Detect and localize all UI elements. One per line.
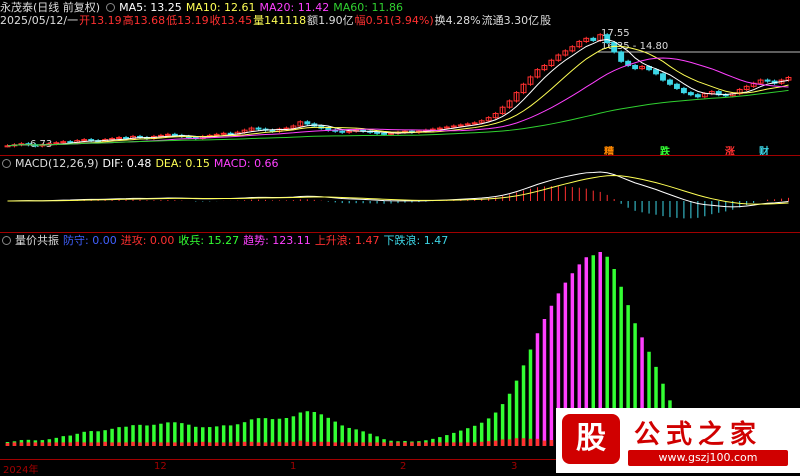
candle-body — [611, 42, 618, 53]
candle-body — [381, 132, 387, 135]
candle-body — [123, 136, 129, 140]
candle-body — [632, 64, 639, 70]
candle-body — [680, 87, 687, 94]
dea-line — [7, 175, 789, 205]
candle-body — [660, 73, 666, 81]
candle-body — [667, 79, 673, 85]
candle-body — [269, 129, 276, 132]
candle-body — [764, 79, 771, 82]
candle-body — [673, 83, 680, 89]
stock-chart-svg[interactable] — [0, 0, 800, 473]
candle-body — [618, 51, 625, 62]
candle-body — [374, 131, 381, 134]
candle-body — [653, 69, 659, 75]
candle-body — [304, 121, 311, 125]
candle-body — [604, 34, 611, 44]
candle-body — [339, 130, 346, 133]
candle-body — [694, 94, 701, 98]
candle-body — [687, 92, 694, 96]
watermark-logo: 股 — [562, 414, 620, 464]
watermark: 股 公式之家 www.gszj100.com — [556, 408, 800, 473]
candle-body — [88, 139, 95, 142]
watermark-url: www.gszj100.com — [628, 450, 788, 466]
watermark-title: 公式之家 — [634, 420, 763, 450]
candle-body — [590, 37, 597, 41]
candle-body — [171, 133, 178, 136]
candle-body — [255, 127, 262, 130]
